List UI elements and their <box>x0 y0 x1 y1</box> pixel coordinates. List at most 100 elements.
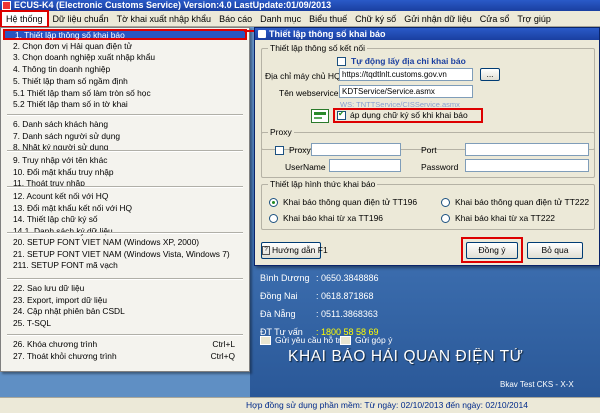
dropdown-item[interactable]: 26. Khóa chương trình Ctrl+L <box>3 339 247 350</box>
browse-button[interactable]: ... <box>480 68 500 81</box>
menu-separator <box>7 186 243 188</box>
menu-item-4[interactable]: Danh mục <box>256 12 305 26</box>
contact-value: : 0511.3868363 <box>316 309 378 319</box>
dropdown-item[interactable]: 2. Chọn đơn vị Hải quan điện tử <box>3 41 247 52</box>
method-radio-0[interactable] <box>269 198 278 207</box>
connection-group-title: Thiết lập thông số kết nối <box>268 43 367 53</box>
dropdown-item-label: 5. Thiết lập tham số ngầm định <box>13 75 128 86</box>
dropdown-item[interactable]: 5. Thiết lập tham số ngầm định <box>3 76 247 87</box>
certificate-icon <box>311 109 329 123</box>
contact-label: Đà Nẵng <box>260 309 296 319</box>
dropdown-item[interactable]: 5.2 Thiết lập tham số in tờ khai <box>3 99 247 110</box>
menu-item-8[interactable]: Cửa sổ <box>476 12 514 26</box>
dropdown-item[interactable]: 20. SETUP FONT VIET NAM (Windows XP, 200… <box>3 237 247 248</box>
dropdown-item[interactable]: 9. Truy nhập với tên khác <box>3 155 247 166</box>
password-input[interactable] <box>465 159 589 172</box>
dropdown-item-label: 1. Thiết lập thông số khai báo <box>15 30 125 40</box>
dropdown-item[interactable]: 13. Đổi mật khẩu kết nối với HQ <box>3 203 247 214</box>
dropdown-item[interactable]: 3. Chọn doanh nghiệp xuất nhập khẩu <box>3 52 247 63</box>
menu-separator <box>7 278 243 280</box>
proxy-input[interactable] <box>311 143 401 156</box>
dropdown-item[interactable]: 22. Sao lưu dữ liệu <box>3 283 247 294</box>
banner-text: KHAI BÁO HẢI QUAN ĐIỆN TỬ <box>288 348 524 365</box>
dropdown-item[interactable]: 14. Thiết lập chữ ký số <box>3 214 247 225</box>
dropdown-item-label: 4. Thông tin doanh nghiệp <box>13 64 111 75</box>
dropdown-item[interactable]: 21. SETUP FONT VIET NAM (Windows Vista, … <box>3 249 247 260</box>
proxy-group-title: Proxy <box>268 127 294 137</box>
webservice-label: Tên webservice: <box>279 88 341 98</box>
dropdown-item[interactable]: 5.1 Thiết lập tham số làm tròn số học <box>3 88 247 99</box>
dropdown-item[interactable]: 7. Danh sách người sử dụng <box>3 131 247 142</box>
dropdown-item-label: 5.2 Thiết lập tham số in tờ khai <box>13 99 128 110</box>
menu-item-3[interactable]: Báo cáo <box>215 12 256 26</box>
dropdown-item[interactable]: 6. Danh sách khách hàng <box>3 119 247 130</box>
menu-item-1[interactable]: Dữ liệu chuẩn <box>49 12 113 26</box>
window-title-bar: ECUS-K4 (Electronic Customs Service) Ver… <box>0 0 600 11</box>
password-label: Password <box>421 162 459 172</box>
skip-button[interactable]: Bỏ qua <box>527 242 583 259</box>
dropdown-item-label: 13. Đổi mật khẩu kết nối với HQ <box>13 202 133 213</box>
dropdown-item[interactable]: 27. Thoát khỏi chương trình Ctrl+Q <box>3 351 247 362</box>
menu-item-9[interactable]: Trợ giúp <box>513 12 555 26</box>
dropdown-item-label: 7. Danh sách người sử dụng <box>13 130 121 141</box>
dropdown-item-label: 23. Export, import dữ liệu <box>13 294 108 305</box>
digital-signature-label: áp dụng chữ ký số khi khai báo <box>350 110 468 120</box>
dropdown-item-label: 3. Chọn doanh nghiệp xuất nhập khẩu <box>13 52 156 63</box>
username-input[interactable] <box>329 159 401 172</box>
method-radio-3[interactable] <box>441 214 450 223</box>
dropdown-item[interactable]: 10. Đổi mật khẩu truy nhập <box>3 167 247 178</box>
ok-button[interactable]: Đồng ý <box>466 242 518 259</box>
dropdown-item[interactable]: 1. Thiết lập thông số khai báo <box>3 29 247 40</box>
mail-icon <box>260 336 271 346</box>
method-group-title: Thiết lập hình thức khai báo <box>268 179 378 189</box>
proxy-checkbox[interactable] <box>275 146 284 155</box>
status-bar: Hợp đồng sử dụng phần mềm: Từ ngày: 02/1… <box>0 397 600 413</box>
method-option-label: Khai báo khai từ xa TT196 <box>283 213 384 223</box>
menu-item-2[interactable]: Tờ khai xuất nhập khẩu <box>113 12 215 26</box>
dropdown-item-shortcut: Ctrl+Q <box>210 350 235 361</box>
help-icon: ? <box>262 246 270 256</box>
feedback-link[interactable]: Gửi góp ý <box>340 335 392 346</box>
dialog-title-bar: Thiết lập thông số khai báo <box>255 28 599 40</box>
method-radio-1[interactable] <box>441 198 450 207</box>
menu-item-7[interactable]: Gửi nhận dữ liệu <box>400 12 476 26</box>
contact-row: Đồng Nai: 0618.871868 <box>260 291 374 301</box>
menu-separator <box>7 150 243 152</box>
address-input[interactable]: https://tqdtlnlt.customs.gov.vn <box>339 68 473 81</box>
dropdown-item[interactable]: 211. SETUP FONT mã vạch <box>3 260 247 271</box>
port-input[interactable] <box>465 143 589 156</box>
dropdown-item-label: 6. Danh sách khách hàng <box>13 119 108 129</box>
dropdown-item-label: 24. Cập nhật phiên bản CSDL <box>13 306 125 317</box>
method-group: Thiết lập hình thức khai báo <box>261 179 595 230</box>
digital-signature-checkbox[interactable] <box>337 109 346 120</box>
method-radio-2[interactable] <box>269 214 278 223</box>
settings-dialog: Thiết lập thông số khai báo Thiết lập th… <box>254 27 600 266</box>
dropdown-item-label: 5.1 Thiết lập tham số làm tròn số học <box>13 87 151 98</box>
menu-item-0[interactable]: Hệ thống <box>0 9 49 28</box>
address-label: Địa chỉ máy chủ HQ: <box>265 71 343 81</box>
dropdown-item-label: 22. Sao lưu dữ liệu <box>13 283 85 293</box>
dropdown-item[interactable]: 12. Acount kết nối với HQ <box>3 191 247 202</box>
dropdown-item-label: 2. Chọn đơn vị Hải quan điện tử <box>13 40 133 51</box>
dropdown-item[interactable]: 25. T-SQL <box>3 318 247 329</box>
contact-label: Đồng Nai <box>260 291 298 301</box>
menu-separator <box>7 114 243 116</box>
support-request-link[interactable]: Gửi yêu cầu hỗ trợ <box>260 335 346 346</box>
auto-detect-checkbox[interactable] <box>337 57 346 66</box>
menu-item-6[interactable]: Chữ ký số <box>351 12 400 26</box>
contact-row: Đà Nẵng : 0511.3868363 <box>260 309 378 319</box>
feedback-icon <box>340 336 351 346</box>
dropdown-item-label: 21. SETUP FONT VIET NAM (Windows Vista, … <box>13 248 230 259</box>
menu-item-5[interactable]: Biểu thuế <box>305 12 351 26</box>
method-option-label: Khai báo thông quan điện tử TT196 <box>283 197 418 207</box>
help-button[interactable]: ? Hướng dẫn F1 <box>261 242 328 259</box>
contact-row: Bình Dương: 0650.3848886 <box>260 273 379 283</box>
webservice-input[interactable]: KDTService/Service.asmx <box>339 85 473 98</box>
dropdown-item[interactable]: 23. Export, import dữ liệu <box>3 295 247 306</box>
dropdown-item[interactable]: 24. Cập nhật phiên bản CSDL <box>3 306 247 317</box>
dropdown-item-label: 26. Khóa chương trình <box>13 339 98 349</box>
username-label: UserName <box>285 162 326 172</box>
dropdown-item[interactable]: 4. Thông tin doanh nghiệp <box>3 64 247 75</box>
dropdown-item-label: 12. Acount kết nối với HQ <box>13 191 109 201</box>
dropdown-item-label: 25. T-SQL <box>13 318 52 329</box>
